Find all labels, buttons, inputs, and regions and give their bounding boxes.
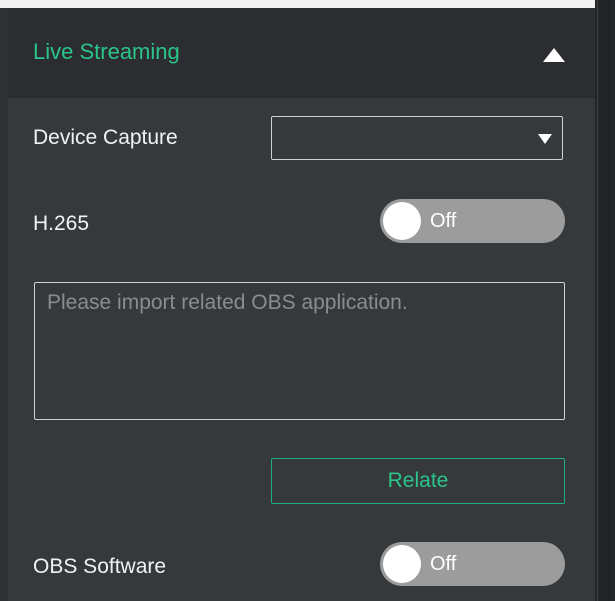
top-strip bbox=[0, 0, 595, 8]
h265-toggle[interactable]: Off bbox=[380, 199, 565, 243]
panel-title: Live Streaming bbox=[33, 39, 180, 64]
toggle-knob bbox=[383, 545, 421, 583]
obs-software-toggle[interactable]: Off bbox=[380, 542, 565, 586]
panel-header[interactable]: Live Streaming bbox=[8, 8, 595, 98]
toggle-knob bbox=[383, 202, 421, 240]
panel-edge bbox=[595, 0, 615, 601]
collapse-button[interactable] bbox=[541, 42, 567, 64]
triangle-up-icon bbox=[543, 48, 565, 62]
page: Live Streaming Device Capture H.265 Off … bbox=[0, 0, 615, 601]
obs-software-toggle-state: Off bbox=[430, 553, 457, 575]
obs-path-field[interactable]: Please import related OBS application. bbox=[34, 282, 565, 420]
relate-button[interactable]: Relate bbox=[271, 458, 565, 504]
h265-label: H.265 bbox=[33, 212, 90, 235]
h265-toggle-state: Off bbox=[430, 210, 457, 232]
device-capture-label: Device Capture bbox=[33, 126, 178, 149]
obs-path-placeholder: Please import related OBS application. bbox=[47, 291, 408, 314]
obs-software-label: OBS Software bbox=[33, 555, 167, 578]
edge-line-dark bbox=[609, 0, 610, 601]
live-streaming-panel: Live Streaming Device Capture H.265 Off … bbox=[8, 8, 595, 601]
device-capture-select[interactable] bbox=[271, 116, 563, 160]
triangle-down-icon bbox=[538, 134, 552, 144]
edge-line bbox=[597, 0, 598, 601]
